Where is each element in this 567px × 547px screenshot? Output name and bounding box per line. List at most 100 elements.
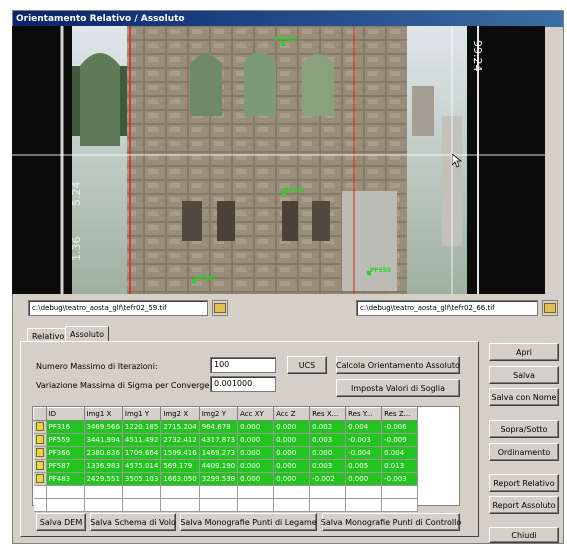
table-cell-empty [122, 498, 162, 512]
table-cell-empty [46, 485, 85, 499]
right-scale-label: 99.24 [471, 40, 484, 72]
table-cell: -0.004 [345, 446, 383, 460]
table-cell: 0.000 [273, 472, 311, 486]
absolute-report-button[interactable]: Report Assoluto [489, 496, 559, 514]
table-cell-empty [381, 498, 419, 512]
table-column-header[interactable]: ID [45, 407, 85, 421]
points-table-grid: ID Img1 X Img1 Y Img2 X Img2 Y Acc XY Acc Z Res… [33, 407, 419, 512]
table-cell: -0.002 [309, 472, 347, 486]
table-cell: 3299.538 [199, 472, 239, 486]
window-title: Orientamento Relativo / Assoluto [13, 11, 563, 27]
save-control-point-monographs-button[interactable]: Salva Monografie Punti di Controllo [321, 513, 461, 531]
table-cell: 1599.416 [160, 446, 200, 460]
left-image-open-button[interactable] [212, 300, 228, 316]
table-cell: 3469.566 [84, 420, 123, 434]
table-cell: 0.000 [309, 446, 347, 460]
sort-button[interactable]: Ordinamento [489, 443, 559, 461]
table-row[interactable]: PF587 1336.983 4575.014 569.179 4409.190 0.00… [33, 459, 419, 473]
table-cell: 0.000 [273, 420, 311, 434]
table-column-header[interactable]: Res Y... [345, 407, 383, 421]
table-column-header[interactable]: Res X... [309, 407, 347, 421]
tab-assoluto[interactable]: Assoluto [65, 326, 110, 342]
table-cell: 2380.836 [84, 446, 123, 460]
table-cell: 4409.190 [199, 459, 239, 473]
table-cell: 0.002 [309, 420, 347, 434]
table-cell-empty [273, 498, 311, 512]
above-below-button[interactable]: Sopra/Sotto [489, 420, 559, 438]
save-button[interactable]: Salva [489, 366, 559, 384]
folder-search-icon [544, 303, 556, 313]
calc-absolute-orientation-button[interactable]: Calcola Orientamento Assoluto [336, 356, 460, 374]
table-row-empty [33, 485, 419, 499]
table-cell: 1220.185 [122, 420, 162, 434]
table-column-header[interactable]: Img1 X [83, 407, 123, 421]
save-dem-button[interactable]: Salva DEM [36, 513, 86, 531]
table-column-header[interactable]: Acc Z [273, 407, 311, 421]
stereo-image-view[interactable]: PF483 PF316 PF587 PF555 1.36 5.24 99.24 [12, 26, 545, 294]
table-row-empty [33, 498, 419, 512]
tab-relativo[interactable]: Relativo [27, 328, 70, 342]
right-image-open-button[interactable] [542, 300, 558, 316]
table-cell-empty [122, 485, 162, 499]
table-column-header[interactable]: Acc XY [237, 407, 275, 421]
table-cell-empty [345, 498, 383, 512]
table-cell: 0.000 [273, 433, 311, 447]
iterations-input[interactable]: 100 [210, 357, 276, 373]
table-cell: -0.009 [381, 433, 419, 447]
table-row[interactable]: PF366 2380.836 1709.664 1599.416 1469.273 0.0… [33, 446, 419, 460]
table-cell-empty [84, 498, 123, 512]
left-image-path-field[interactable]: c:\debug\teatro_aosta_glf\tefr02_59.tif [28, 300, 208, 316]
close-button[interactable]: Chiudi [489, 527, 559, 543]
set-threshold-button[interactable]: Imposta Valori di Soglia [336, 379, 460, 397]
left-scale-label-top: 5.24 [70, 181, 83, 207]
row-status-icon [33, 472, 47, 486]
table-cell-empty [199, 498, 239, 512]
open-button[interactable]: Apri [489, 343, 559, 361]
table-cell: 0.000 [273, 459, 311, 473]
table-column-header[interactable]: Res Z... [381, 407, 419, 421]
row-status-icon [33, 433, 47, 447]
table-cell-empty [160, 498, 200, 512]
table-cell-empty [33, 498, 47, 512]
save-tie-point-monographs-button[interactable]: Salva Monografie Punti di Legame [180, 513, 317, 531]
table-cell: -0.003 [381, 472, 419, 486]
sigma-input[interactable]: 0.001000 [210, 376, 276, 392]
table-cell: 0.000 [237, 433, 275, 447]
table-row[interactable]: PF483 2429.551 3505.103 1663.050 3299.538 0.0… [33, 472, 419, 486]
sigma-label: Variazione Massima di Sigma per Converge… [36, 381, 227, 390]
table-row[interactable]: PF559 3441.994 4511.492 2732.412 4317.873 0.0… [33, 433, 419, 447]
save-flight-plan-button[interactable]: Salva Schema di Volo [90, 513, 176, 531]
table-cell: 3441.994 [84, 433, 123, 447]
point-label: PF483 [275, 36, 297, 43]
table-cell: 964.678 [199, 420, 239, 434]
table-cell: 1336.983 [84, 459, 123, 473]
ucs-button[interactable]: UCS [287, 356, 327, 374]
points-table[interactable]: ID Img1 X Img1 Y Img2 X Img2 Y Acc XY Acc Z Res… [32, 406, 460, 512]
table-cell-empty [199, 485, 239, 499]
table-cell: 0.003 [309, 433, 347, 447]
relative-report-button[interactable]: Report Relativo [489, 474, 559, 492]
table-row[interactable]: PF316 3469.566 1220.185 2715.204 964.678 0.00… [33, 420, 419, 434]
table-cell-empty [273, 485, 311, 499]
table-cell: 4575.014 [122, 459, 162, 473]
table-cell: 0.000 [237, 459, 275, 473]
table-cell: 0.004 [345, 420, 383, 434]
table-cell: 0.003 [309, 459, 347, 473]
table-column-header[interactable]: Img1 Y [121, 407, 162, 421]
table-cell-empty [84, 485, 123, 499]
table-cell-empty [345, 485, 383, 499]
table-cell: 1709.664 [122, 446, 162, 460]
table-column-header[interactable]: Img2 Y [198, 407, 239, 421]
table-cell: 1469.273 [199, 446, 239, 460]
right-image-path-field[interactable]: c:\debug\teatro_aosta_glf\tefr02_66.tif [356, 300, 538, 316]
save-as-button[interactable]: Salva con Nome [489, 388, 559, 406]
table-cell: 0.000 [273, 446, 311, 460]
table-cell: 2429.551 [84, 472, 123, 486]
table-cell: 0.000 [237, 472, 275, 486]
table-column-header[interactable] [33, 407, 47, 421]
table-cell: PF559 [46, 433, 85, 447]
table-cell-empty [309, 485, 347, 499]
table-column-header[interactable]: Img2 X [160, 407, 200, 421]
table-cell: 569.179 [160, 459, 200, 473]
table-cell: -0.003 [345, 433, 383, 447]
